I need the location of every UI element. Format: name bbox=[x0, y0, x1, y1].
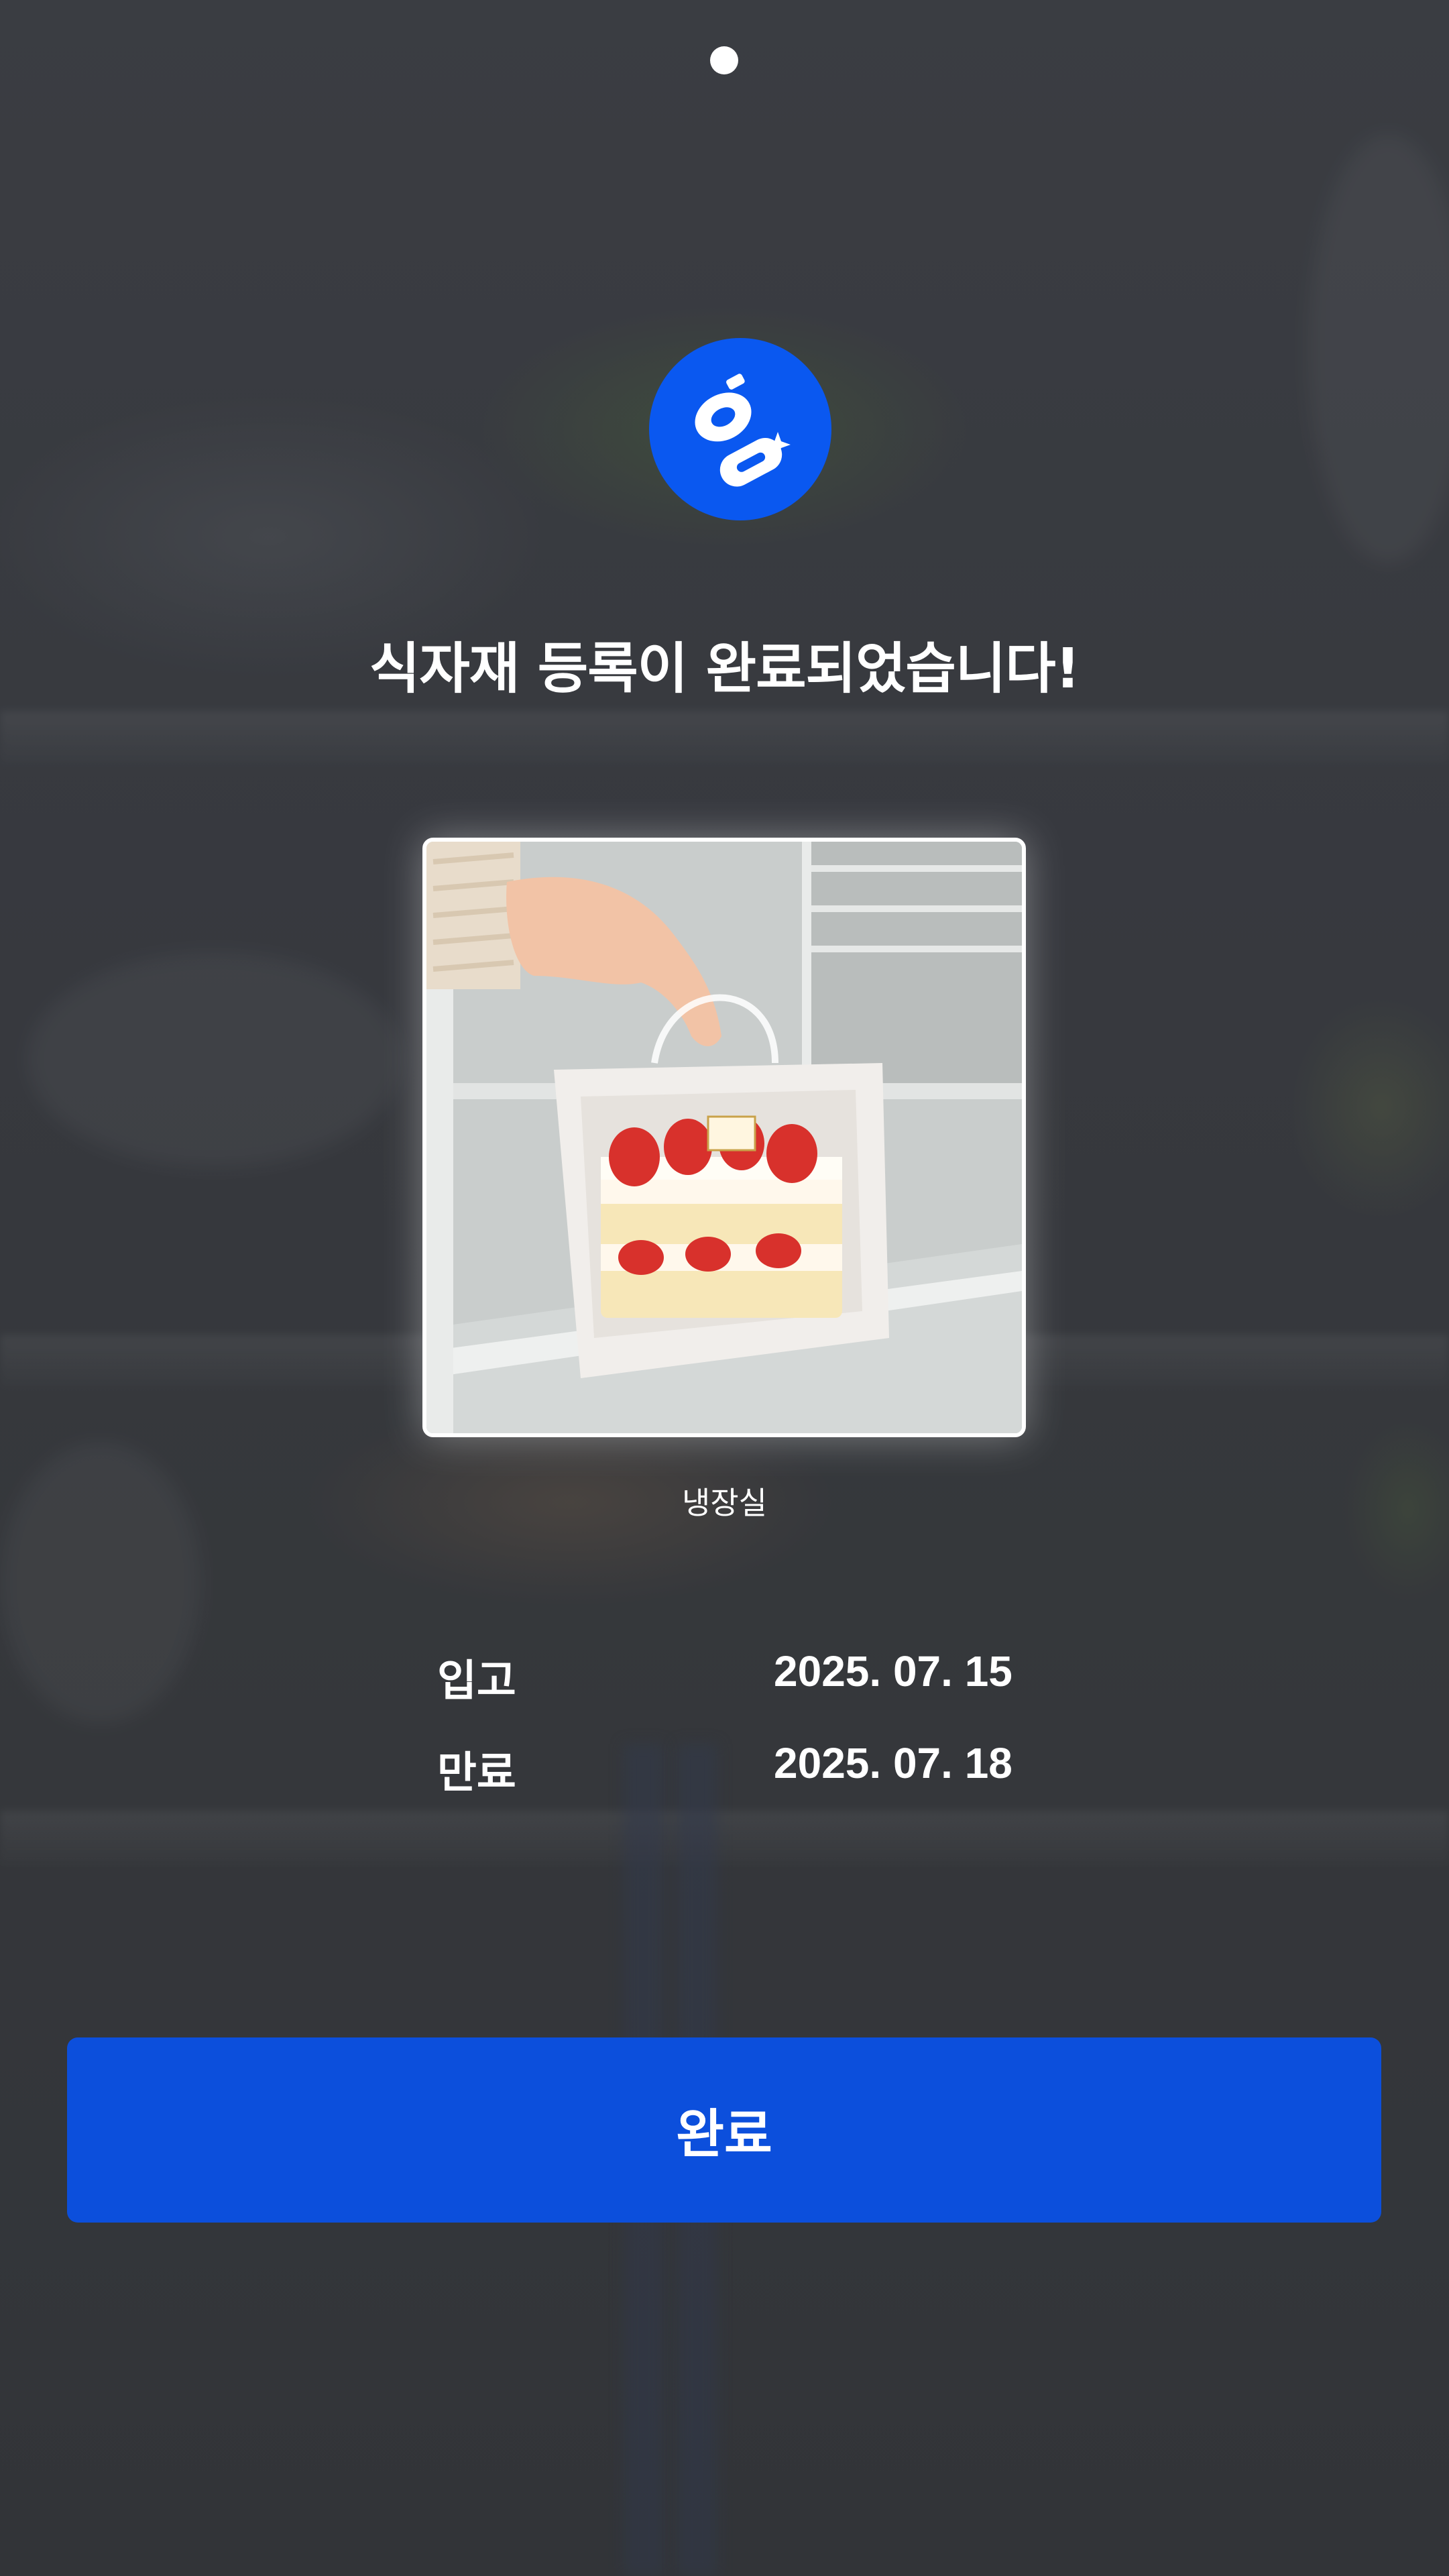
page-indicator-dot bbox=[710, 46, 738, 74]
stocked-date-label: 입고 bbox=[437, 1657, 516, 1706]
expiry-date-value: 2025. 07. 18 bbox=[774, 1739, 1012, 1787]
food-photo bbox=[422, 838, 1026, 1437]
expiry-date-label: 만료 bbox=[437, 1748, 516, 1798]
registration-complete-screen: 식자재 등록이 완료되었습니다! 냉장실 입고 2025. 07. 15 만료 … bbox=[0, 0, 1449, 2576]
page-title: 식자재 등록이 완료되었습니다! bbox=[369, 637, 1080, 701]
done-button[interactable]: 완료 bbox=[67, 2037, 1381, 2223]
date-row-expiry: 만료 2025. 07. 18 bbox=[437, 1738, 1041, 1799]
app-logo-icon bbox=[649, 338, 831, 520]
stocked-date-value: 2025. 07. 15 bbox=[774, 1647, 1012, 1695]
date-row-stocked: 입고 2025. 07. 15 bbox=[437, 1646, 1041, 1707]
storage-location-label: 냉장실 bbox=[682, 1485, 767, 1521]
